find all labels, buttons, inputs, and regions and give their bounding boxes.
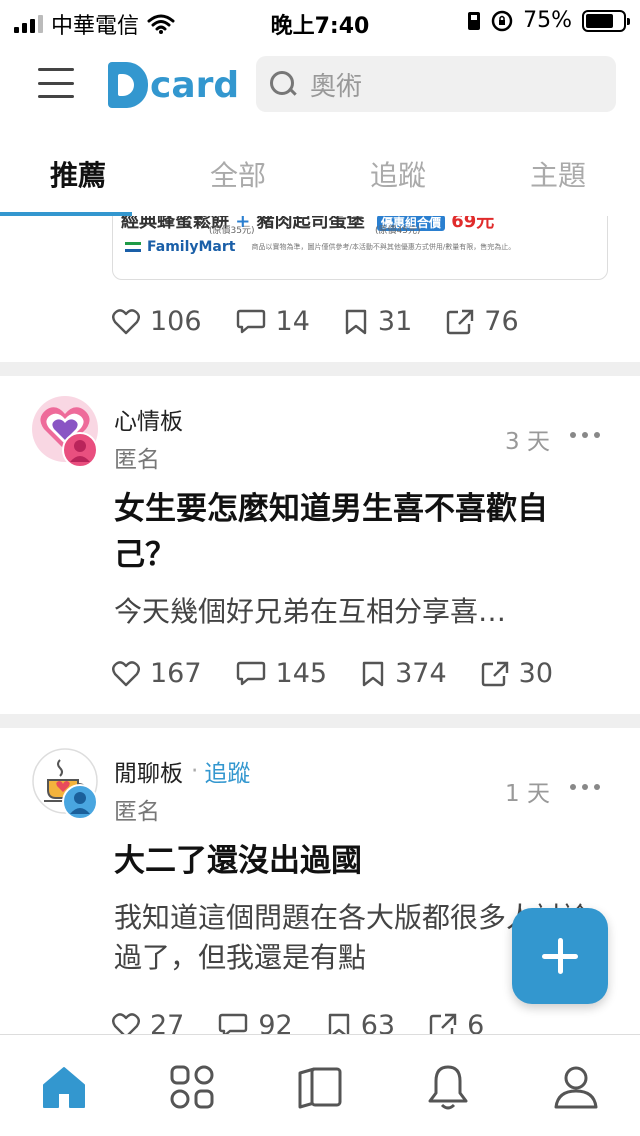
tab-recommended[interactable]: 推薦: [50, 154, 106, 194]
forum-name[interactable]: 心情板: [114, 402, 183, 436]
rotation-lock-icon: [491, 10, 513, 31]
like-count: 27: [150, 1010, 185, 1034]
comment-button[interactable]: 145: [236, 658, 328, 689]
save-count: 63: [360, 1010, 396, 1034]
save-count: 31: [377, 306, 413, 337]
follow-button[interactable]: 追蹤: [204, 754, 250, 788]
author-name: 匿名: [114, 799, 160, 825]
post-stats: 27 92 63 6: [112, 1010, 518, 1034]
share-icon: [447, 309, 474, 334]
post-card[interactable]: 心情板 匿名 3 天 女生要怎麼知道男生喜不喜歡自己？ 今天幾個好兄弟在互相分享…: [0, 376, 640, 714]
dcard-logo-mark: [108, 62, 148, 108]
divider: [0, 714, 640, 728]
share-button[interactable]: 30: [481, 658, 553, 689]
share-icon: [429, 1013, 457, 1034]
comment-count: 145: [275, 658, 328, 689]
separator-dot: ·: [191, 758, 199, 784]
logo-text: card: [150, 64, 240, 106]
sim-icon: [468, 11, 481, 30]
post-stats: 167 145 374 30: [112, 658, 587, 689]
share-icon: [481, 661, 508, 686]
ad-brand-row: FamilyMart 商品以實物為準，圖片僅供參考/本活動不與其他優惠方式併用/…: [125, 239, 515, 255]
comment-icon: [236, 661, 265, 685]
divider: [0, 362, 640, 376]
status-right: 75%: [467, 8, 630, 33]
post-time: 3 天: [505, 429, 550, 455]
heart-icon: [112, 1012, 140, 1034]
ad-orig-price-1: (原價35元): [209, 226, 255, 236]
forum-name[interactable]: 閒聊板 · 追蹤: [114, 754, 250, 788]
like-button[interactable]: 27: [112, 1010, 184, 1034]
boards-icon[interactable]: [168, 1063, 216, 1111]
new-post-button[interactable]: [512, 908, 608, 1004]
comment-icon: [236, 309, 265, 333]
comment-count: 92: [258, 1010, 293, 1034]
save-count: 374: [395, 658, 447, 689]
forum-name-text: 閒聊板: [114, 761, 183, 787]
heart-icon: [112, 660, 140, 686]
anonymous-male-avatar-icon: [62, 784, 98, 820]
share-count: 30: [518, 658, 553, 689]
like-count: 106: [150, 306, 202, 337]
ad-item-2: 豬肉起司蛋堡: [256, 216, 365, 232]
post-time: 1 天: [505, 781, 550, 807]
anonymous-female-avatar-icon: [62, 432, 98, 468]
forum-name-text: 心情板: [114, 409, 183, 435]
dcard-logo[interactable]: card: [108, 60, 239, 110]
heart-icon: [112, 308, 140, 334]
familymart-logo-icon: [125, 242, 141, 252]
menu-icon[interactable]: [38, 68, 74, 98]
tab-following[interactable]: 追蹤: [370, 154, 426, 194]
like-count: 167: [150, 658, 202, 689]
more-options-icon[interactable]: [570, 432, 600, 438]
profile-icon[interactable]: [552, 1063, 600, 1111]
save-button[interactable]: 374: [361, 658, 447, 689]
post-excerpt: 今天幾個好兄弟在互相分享喜…: [114, 595, 507, 628]
share-button[interactable]: 76: [446, 306, 519, 337]
battery-percent: 75%: [523, 8, 572, 33]
share-count: 76: [484, 306, 519, 337]
bookmark-icon: [328, 1013, 349, 1034]
like-button[interactable]: 167: [112, 658, 202, 689]
save-button[interactable]: 31: [344, 306, 412, 337]
more-options-icon[interactable]: [570, 784, 600, 790]
tab-topics[interactable]: 主題: [530, 154, 586, 194]
notifications-icon[interactable]: [424, 1063, 472, 1111]
battery-icon: [582, 9, 630, 32]
author-name: 匿名: [114, 447, 160, 473]
comment-button[interactable]: 92: [218, 1010, 293, 1034]
cards-icon[interactable]: [296, 1063, 344, 1111]
status-bar: 中華電信 晚上7:40 75%: [0, 0, 640, 42]
post-title: 女生要怎麼知道男生喜不喜歡自己？: [114, 491, 548, 573]
save-button[interactable]: 63: [327, 1010, 395, 1034]
post-title: 大二了還沒出過國: [114, 843, 362, 879]
share-button[interactable]: 6: [429, 1010, 484, 1034]
app-header: card 奧術: [0, 42, 640, 128]
ad-headline: 經典蜂蜜鬆餅 + 豬肉起司蛋堡 優惠組合價 69元: [121, 216, 601, 232]
post-stats: 106 14 31 76: [112, 306, 553, 337]
ad-image[interactable]: 經典蜂蜜鬆餅 + 豬肉起司蛋堡 優惠組合價 69元 (原價35元) (原價45元…: [112, 216, 608, 280]
home-icon[interactable]: [40, 1063, 88, 1111]
search-input[interactable]: 奧術: [256, 56, 616, 112]
tab-all[interactable]: 全部: [210, 154, 266, 194]
bottom-navigation: [0, 1034, 640, 1136]
search-icon: [270, 71, 296, 97]
like-button[interactable]: 106: [112, 306, 202, 337]
ad-fine-print: 商品以實物為準，圖片僅供參考/本活動不與其他優惠方式併用/數量有限，售完為止。: [251, 243, 516, 251]
comment-button[interactable]: 14: [236, 306, 310, 337]
ad-price: 69元: [451, 216, 495, 232]
ad-orig-price-2: (原價45元): [375, 226, 421, 236]
ad-brand: FamilyMart: [147, 239, 236, 255]
search-placeholder: 奧術: [310, 71, 363, 102]
bookmark-icon: [362, 661, 384, 686]
comment-count: 14: [275, 306, 310, 337]
share-count: 6: [467, 1010, 485, 1034]
tab-bar: 推薦 全部 追蹤 主題: [0, 128, 640, 216]
bookmark-icon: [345, 309, 367, 334]
comment-icon: [219, 1013, 248, 1034]
